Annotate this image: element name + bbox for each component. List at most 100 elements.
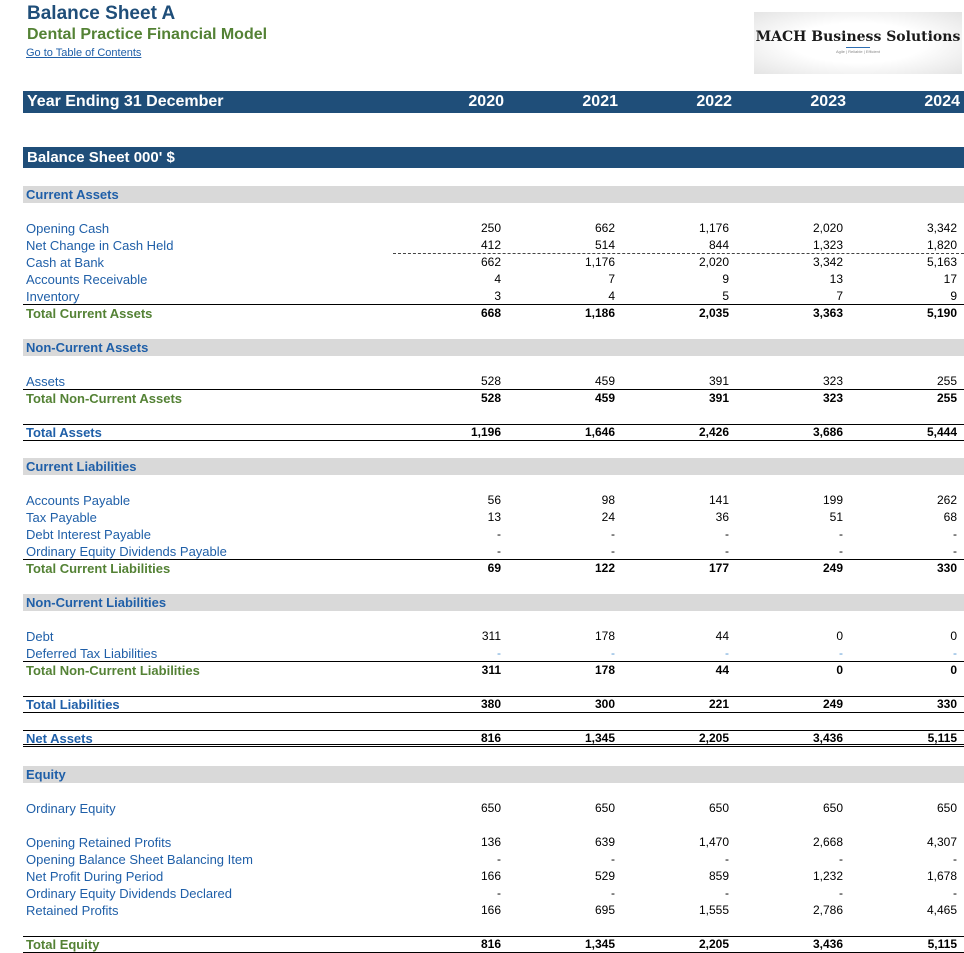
cell-2024: 1,820	[926, 238, 957, 252]
cell-2024: 3,342	[926, 221, 957, 235]
row-total-assets: Total Assets 1,196 1,646 2,426 3,686 5,444	[23, 424, 964, 441]
cell-2023: 249	[822, 697, 843, 711]
cell-2020: 1,196	[470, 425, 501, 439]
cell-2020: 816	[480, 731, 501, 745]
row-label: Total Current Liabilities	[26, 561, 171, 576]
cell-2021: -	[611, 646, 615, 660]
year-2021: 2021	[582, 93, 618, 110]
cell-2022: 221	[708, 697, 729, 711]
cell-2020: 136	[480, 835, 501, 849]
cell-2020: 816	[480, 937, 501, 951]
row-tax-payable: Tax Payable 13 24 36 51 68	[23, 509, 964, 526]
cell-2021: 529	[594, 869, 615, 883]
cell-2023: 199	[822, 493, 843, 507]
cell-2022: -	[725, 886, 729, 900]
cell-2023: 3,436	[812, 731, 843, 745]
row-debt: Debt 311 178 44 0 0	[23, 628, 964, 645]
row-ordinary-equity: Ordinary Equity 650 650 650 650 650	[23, 800, 964, 817]
toc-link[interactable]: Go to Table of Contents	[26, 47, 141, 59]
cell-2021: -	[611, 852, 615, 866]
cell-2021: 4	[608, 289, 615, 303]
row-label: Tax Payable	[26, 510, 97, 525]
cell-2021: 514	[594, 238, 615, 252]
cell-2024: -	[953, 852, 957, 866]
row-label: Net Change in Cash Held	[26, 238, 174, 253]
cell-2023: -	[839, 646, 843, 660]
year-header-label: Year Ending 31 December	[27, 93, 224, 110]
cell-2021: 98	[601, 493, 615, 507]
year-2022: 2022	[696, 93, 732, 110]
cell-2020: 4	[494, 272, 501, 286]
cell-2022: 177	[708, 561, 729, 575]
row-label: Total Liabilities	[26, 697, 120, 712]
row-label: Total Assets	[26, 425, 102, 440]
cell-2021: 1,646	[584, 425, 615, 439]
cell-2021: 178	[594, 629, 615, 643]
row-debt-interest-payable: Debt Interest Payable - - - - -	[23, 526, 964, 543]
row-total-liabilities: Total Liabilities 380 300 221 249 330	[23, 696, 964, 713]
row-total-current-liabilities: Total Current Liabilities 69 122 177 249 330	[23, 560, 964, 577]
cell-2024: 68	[943, 510, 957, 524]
row-label: Opening Balance Sheet Balancing Item	[26, 852, 253, 867]
row-label: Opening Cash	[26, 221, 110, 236]
row-label: Deferred Tax Liabilities	[26, 646, 158, 661]
cell-2022: -	[725, 646, 729, 660]
page-title: Balance Sheet A	[27, 3, 176, 24]
cell-2020: 311	[481, 629, 501, 643]
cell-2020: -	[497, 646, 501, 660]
cell-2020: 528	[480, 391, 501, 405]
row-total-equity: Total Equity 816 1,345 2,205 3,436 5,115	[23, 936, 964, 953]
cell-2023: 1,323	[812, 238, 843, 252]
cell-2020: 69	[487, 561, 501, 575]
cell-2021: -	[611, 544, 615, 558]
section-non-current-liabilities: Non-Current Liabilities	[23, 594, 964, 611]
cell-2023: 2,020	[812, 221, 843, 235]
cell-2021: 459	[594, 374, 615, 388]
row-label: Net Profit During Period	[26, 869, 164, 884]
cell-2020: 662	[480, 255, 501, 269]
cell-2022: 1,555	[698, 903, 729, 917]
cell-2022: 2,020	[698, 255, 729, 269]
cell-2023: 2,786	[812, 903, 843, 917]
row-dividends-declared: Ordinary Equity Dividends Declared - - - - -	[23, 885, 964, 902]
cell-2022: 36	[715, 510, 729, 524]
row-total-current-assets: Total Current Assets 668 1,186 2,035 3,363 5,…	[23, 305, 964, 322]
row-label: Debt Interest Payable	[26, 527, 152, 542]
cell-2022: 9	[722, 272, 729, 286]
row-label: Total Non-Current Liabilities	[26, 663, 200, 678]
cell-2022: 391	[708, 391, 729, 405]
row-net-assets: Net Assets 816 1,345 2,205 3,436 5,115	[23, 730, 964, 747]
cell-2023: 650	[822, 801, 843, 815]
year-2023: 2023	[810, 93, 846, 110]
cell-2021: 639	[594, 835, 615, 849]
cell-2020: -	[497, 852, 501, 866]
row-label: Total Non-Current Assets	[26, 391, 183, 406]
cell-2023: 7	[836, 289, 843, 303]
balance-sheet-label: Balance Sheet 000' $	[27, 149, 175, 166]
cell-2021: -	[611, 886, 615, 900]
cell-2024: 4,307	[926, 835, 957, 849]
cell-2021: 1,345	[584, 731, 615, 745]
cell-2022: 844	[708, 238, 729, 252]
cell-2021: 1,186	[584, 306, 615, 320]
row-opening-retained-profits: Opening Retained Profits 136 639 1,470 2,668…	[23, 834, 964, 851]
cell-2020: 311	[481, 663, 501, 677]
row-dividends-payable: Ordinary Equity Dividends Payable - - - - -	[23, 543, 964, 560]
row-net-profit: Net Profit During Period 166 529 859 1,232 1,…	[23, 868, 964, 885]
cell-2024: 4,465	[926, 903, 957, 917]
cell-2020: 166	[480, 869, 501, 883]
cell-2024: 5,115	[927, 731, 957, 745]
row-label: Cash at Bank	[26, 255, 105, 270]
cell-2023: 3,686	[812, 425, 843, 439]
row-accounts-payable: Accounts Payable 56 98 141 199 262	[23, 492, 964, 509]
cell-2024: 255	[936, 374, 957, 388]
cell-2023: 3,363	[812, 306, 843, 320]
cell-2021: 7	[608, 272, 615, 286]
logo-underline	[846, 47, 870, 48]
row-label: Ordinary Equity Dividends Payable	[26, 544, 227, 559]
cell-2022: 650	[708, 801, 729, 815]
cell-2024: 0	[950, 663, 957, 677]
cell-2024: -	[953, 886, 957, 900]
cell-2024: 650	[936, 801, 957, 815]
row-label: Inventory	[26, 289, 80, 304]
